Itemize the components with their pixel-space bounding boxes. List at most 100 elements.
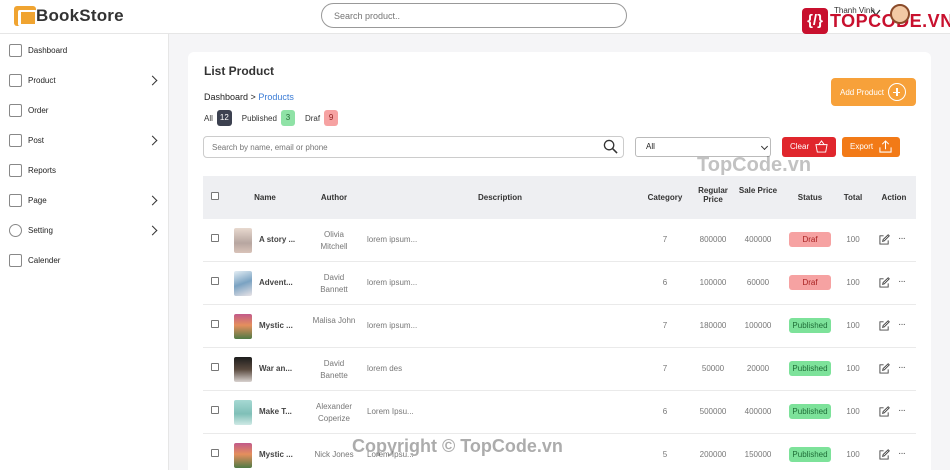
filter-published[interactable]: Published 3 (242, 110, 295, 126)
col-action: Action (881, 193, 907, 202)
product-name[interactable]: Mystic ... (259, 450, 299, 459)
more-options-icon[interactable]: ··· (898, 276, 906, 287)
filter-draf[interactable]: Draf 9 (305, 110, 339, 126)
export-button[interactable]: Export (842, 137, 900, 157)
col-regular-price: Regular Price (698, 186, 728, 204)
row-checkbox[interactable] (211, 320, 219, 328)
table-row[interactable]: A story ... Olivia Mitchell lorem ipsum.… (203, 219, 916, 262)
sale-price-cell: 400000 (744, 235, 772, 244)
chevron-right-icon (147, 135, 158, 145)
clipboard-icon (9, 103, 22, 117)
sidebar-item-reports[interactable]: Reports (0, 155, 169, 185)
status-badge: Published (789, 404, 831, 419)
sidebar-item-label: Post (28, 135, 45, 145)
book-cover-image (234, 271, 252, 296)
more-options-icon[interactable]: ··· (898, 405, 906, 416)
total-cell: 100 (846, 235, 860, 244)
product-name[interactable]: War an... (259, 364, 299, 373)
filter-label: Published (241, 113, 277, 123)
product-name[interactable]: Advent... (259, 278, 299, 287)
status-filters: All 12 Published 3 Draf 9 (204, 110, 348, 126)
book-cover-image (234, 228, 252, 253)
global-search-input[interactable] (322, 4, 626, 27)
app-logo[interactable]: BookStore (14, 6, 124, 26)
description-cell: lorem ipsum... (367, 235, 418, 244)
description-cell: Lorem Ipsu... (367, 450, 414, 459)
col-author: Author (320, 193, 348, 202)
sidebar-item-dashboard[interactable]: Dashboard (0, 35, 169, 65)
breadcrumb-current[interactable]: Products (258, 92, 294, 102)
search-icon[interactable] (603, 139, 618, 154)
product-name[interactable]: A story ... (259, 235, 299, 244)
sidebar-item-setting[interactable]: Setting (0, 215, 169, 245)
brand-logo-icon: {/} (802, 8, 828, 34)
author-cell: Alexander Coperize (315, 402, 353, 423)
sidebar-item-page[interactable]: Page (0, 185, 169, 215)
table-row[interactable]: Make T... Alexander Coperize Lorem Ipsu.… (203, 391, 916, 434)
product-search-input[interactable] (204, 137, 623, 158)
category-cell: 5 (662, 450, 668, 459)
row-checkbox[interactable] (211, 406, 219, 414)
count-badge: 9 (324, 110, 339, 126)
edit-icon[interactable] (879, 363, 890, 374)
category-select[interactable]: All (635, 137, 771, 157)
sidebar-item-order[interactable]: Order (0, 95, 169, 125)
col-description: Description (477, 193, 522, 202)
more-options-icon[interactable]: ··· (898, 319, 906, 330)
sale-price-cell: 150000 (744, 450, 772, 459)
chevron-down-icon (760, 142, 769, 151)
row-checkbox[interactable] (211, 277, 219, 285)
sidebar-item-calender[interactable]: Calender (0, 245, 169, 275)
product-search[interactable] (203, 136, 624, 158)
table-row[interactable]: Mystic ... Malisa John lorem ipsum... 7 … (203, 305, 916, 348)
count-badge: 3 (280, 110, 295, 126)
category-cell: 6 (662, 278, 668, 287)
row-checkbox[interactable] (211, 449, 219, 457)
author-cell: Olivia Mitchell (320, 230, 348, 251)
table-row[interactable]: Advent... David Bannett lorem ipsum... 6… (203, 262, 916, 305)
more-options-icon[interactable]: ··· (898, 448, 906, 459)
description-cell: lorem des (367, 364, 403, 373)
edit-icon[interactable] (879, 234, 890, 245)
row-checkbox[interactable] (211, 363, 219, 371)
select-all-checkbox[interactable] (211, 192, 219, 200)
plus-circle-icon (888, 83, 906, 101)
more-options-icon[interactable]: ··· (898, 362, 906, 373)
table-row[interactable]: Mystic ... Nick Jones Lorem Ipsu... 5 20… (203, 434, 916, 470)
breadcrumb-root[interactable]: Dashboard (204, 92, 248, 102)
regular-price-cell: 100000 (699, 278, 727, 287)
row-checkbox[interactable] (211, 234, 219, 242)
edit-icon[interactable] (879, 277, 890, 288)
edit-icon[interactable] (879, 449, 890, 460)
clear-button[interactable]: Clear (782, 137, 836, 157)
regular-price-cell: 500000 (699, 407, 727, 416)
sidebar-item-product[interactable]: Product (0, 65, 169, 95)
book-logo-icon (14, 6, 37, 26)
count-badge: 12 (216, 110, 232, 126)
add-product-label: Add Product (840, 87, 885, 97)
user-avatar[interactable] (890, 4, 910, 24)
edit-icon[interactable] (879, 406, 890, 417)
sidebar-item-label: Calender (28, 255, 61, 265)
status-badge: Draf (789, 275, 831, 290)
basket-icon (815, 140, 828, 153)
total-cell: 100 (846, 364, 860, 373)
logo-text: BookStore (36, 6, 124, 25)
sidebar-item-post[interactable]: Post (0, 125, 169, 155)
add-product-button[interactable]: Add Product (831, 78, 916, 106)
more-options-icon[interactable]: ··· (898, 233, 906, 244)
chevron-right-icon (147, 195, 158, 205)
category-cell: 7 (662, 364, 668, 373)
table-row[interactable]: War an... David Banette lorem des 7 5000… (203, 348, 916, 391)
gear-icon (9, 223, 22, 237)
global-search[interactable] (321, 3, 627, 28)
chevron-right-icon (147, 75, 158, 85)
product-name[interactable]: Mystic ... (259, 321, 299, 330)
edit-icon[interactable] (879, 320, 890, 331)
status-badge: Published (789, 447, 831, 462)
box-icon (9, 73, 22, 87)
sale-price-cell: 400000 (744, 407, 772, 416)
product-name[interactable]: Make T... (259, 407, 299, 416)
filter-all[interactable]: All 12 (204, 110, 232, 126)
sidebar-item-label: Reports (28, 165, 57, 175)
